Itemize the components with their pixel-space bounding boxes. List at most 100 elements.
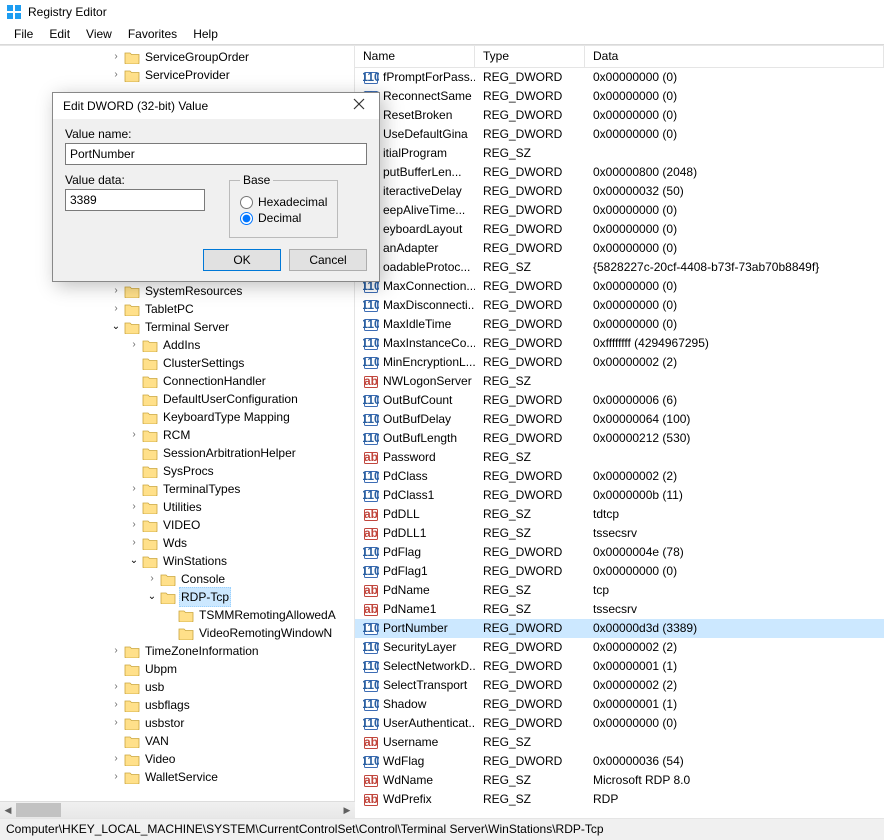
expander-icon[interactable]: › xyxy=(110,66,122,84)
expander-icon[interactable]: › xyxy=(128,498,140,516)
expander-icon[interactable]: › xyxy=(128,516,140,534)
registry-value-row[interactable]: eyboardLayoutREG_DWORD0x00000000 (0) xyxy=(355,220,884,239)
tree-node[interactable]: VAN xyxy=(2,732,354,750)
radio-hexadecimal[interactable]: Hexadecimal xyxy=(240,195,327,209)
registry-value-row[interactable]: PdNameREG_SZtcp xyxy=(355,581,884,600)
tree-horizontal-scrollbar[interactable]: ◀ ▶ xyxy=(0,801,355,818)
registry-value-row[interactable]: iteractiveDelayREG_DWORD0x00000032 (50) xyxy=(355,182,884,201)
expander-icon[interactable]: › xyxy=(128,336,140,354)
registry-value-row[interactable]: SecurityLayerREG_DWORD0x00000002 (2) xyxy=(355,638,884,657)
menu-view[interactable]: View xyxy=(78,25,120,43)
tree-node[interactable]: ClusterSettings xyxy=(2,354,354,372)
expander-icon[interactable]: › xyxy=(128,534,140,552)
tree-node[interactable]: ⌄Terminal Server xyxy=(2,318,354,336)
registry-value-row[interactable]: ShadowREG_DWORD0x00000001 (1) xyxy=(355,695,884,714)
value-data-input[interactable] xyxy=(65,189,205,211)
tree-node[interactable]: ›VIDEO xyxy=(2,516,354,534)
tree-node[interactable]: SysProcs xyxy=(2,462,354,480)
col-header-data[interactable]: Data xyxy=(585,46,884,67)
registry-value-row[interactable]: UsernameREG_SZ xyxy=(355,733,884,752)
registry-value-row[interactable]: ResetBrokenREG_DWORD0x00000000 (0) xyxy=(355,106,884,125)
tree-node[interactable]: ›AddIns xyxy=(2,336,354,354)
registry-value-row[interactable]: eepAliveTime...REG_DWORD0x00000000 (0) xyxy=(355,201,884,220)
expander-icon[interactable]: › xyxy=(146,570,158,588)
registry-value-row[interactable]: PdName1REG_SZtssecsrv xyxy=(355,600,884,619)
registry-value-row[interactable]: oadableProtoc...REG_SZ{5828227c-20cf-440… xyxy=(355,258,884,277)
expander-icon[interactable]: ⌄ xyxy=(128,552,140,570)
registry-value-row[interactable]: PdClassREG_DWORD0x00000002 (2) xyxy=(355,467,884,486)
col-header-name[interactable]: Name xyxy=(355,46,475,67)
tree-node[interactable]: ⌄RDP-Tcp xyxy=(2,588,354,606)
expander-icon[interactable]: › xyxy=(110,282,122,300)
registry-value-row[interactable]: MaxInstanceCo...REG_DWORD0xffffffff (429… xyxy=(355,334,884,353)
registry-value-row[interactable]: anAdapterREG_DWORD0x00000000 (0) xyxy=(355,239,884,258)
expander-icon[interactable]: › xyxy=(110,750,122,768)
expander-icon[interactable]: › xyxy=(110,714,122,732)
registry-value-row[interactable]: MinEncryptionL...REG_DWORD0x00000002 (2) xyxy=(355,353,884,372)
tree-node[interactable]: KeyboardType Mapping xyxy=(2,408,354,426)
expander-icon[interactable]: ⌄ xyxy=(146,588,158,606)
radio-hex-input[interactable] xyxy=(240,196,253,209)
tree-node[interactable]: ›usbflags xyxy=(2,696,354,714)
expander-icon[interactable]: › xyxy=(110,48,122,66)
expander-icon[interactable]: › xyxy=(128,426,140,444)
expander-icon[interactable]: › xyxy=(110,768,122,786)
registry-value-row[interactable]: PdClass1REG_DWORD0x0000000b (11) xyxy=(355,486,884,505)
registry-value-row[interactable]: PdDLLREG_SZtdtcp xyxy=(355,505,884,524)
registry-value-row[interactable]: SelectNetworkD...REG_DWORD0x00000001 (1) xyxy=(355,657,884,676)
registry-value-row[interactable]: PdFlag1REG_DWORD0x00000000 (0) xyxy=(355,562,884,581)
ok-button[interactable]: OK xyxy=(203,249,281,271)
cancel-button[interactable]: Cancel xyxy=(289,249,367,271)
registry-value-row[interactable]: SelectTransportREG_DWORD0x00000002 (2) xyxy=(355,676,884,695)
value-name-input[interactable] xyxy=(65,143,367,165)
tree-node[interactable]: VideoRemotingWindowN xyxy=(2,624,354,642)
registry-value-row[interactable]: PasswordREG_SZ xyxy=(355,448,884,467)
list-pane[interactable]: Name Type Data fPromptForPass...REG_DWOR… xyxy=(355,46,884,815)
close-icon[interactable] xyxy=(343,95,375,117)
registry-value-row[interactable]: putBufferLen...REG_DWORD0x00000800 (2048… xyxy=(355,163,884,182)
tree-node[interactable]: ›TerminalTypes xyxy=(2,480,354,498)
registry-value-row[interactable]: MaxIdleTimeREG_DWORD0x00000000 (0) xyxy=(355,315,884,334)
registry-value-row[interactable]: itialProgramREG_SZ xyxy=(355,144,884,163)
registry-value-row[interactable]: MaxDisconnecti...REG_DWORD0x00000000 (0) xyxy=(355,296,884,315)
registry-value-row[interactable]: PortNumberREG_DWORD0x00000d3d (3389) xyxy=(355,619,884,638)
expander-icon[interactable]: › xyxy=(110,678,122,696)
registry-value-row[interactable]: ReconnectSameREG_DWORD0x00000000 (0) xyxy=(355,87,884,106)
scroll-thumb[interactable] xyxy=(16,803,61,817)
tree-node[interactable]: Ubpm xyxy=(2,660,354,678)
tree-node[interactable]: TSMMRemotingAllowedA xyxy=(2,606,354,624)
tree-node[interactable]: ›RCM xyxy=(2,426,354,444)
radio-dec-input[interactable] xyxy=(240,212,253,225)
tree-node[interactable]: ›ServiceGroupOrder xyxy=(2,48,354,66)
registry-value-row[interactable]: WdPrefixREG_SZRDP xyxy=(355,790,884,809)
tree-node[interactable]: ›Console xyxy=(2,570,354,588)
tree-node[interactable]: ⌄WinStations xyxy=(2,552,354,570)
registry-value-row[interactable]: fPromptForPass...REG_DWORD0x00000000 (0) xyxy=(355,68,884,87)
menu-file[interactable]: File xyxy=(6,25,41,43)
registry-value-row[interactable]: OutBufDelayREG_DWORD0x00000064 (100) xyxy=(355,410,884,429)
menu-edit[interactable]: Edit xyxy=(41,25,78,43)
tree-node[interactable]: ›ServiceProvider xyxy=(2,66,354,84)
registry-value-row[interactable]: UseDefaultGinaREG_DWORD0x00000000 (0) xyxy=(355,125,884,144)
registry-value-row[interactable]: OutBufLengthREG_DWORD0x00000212 (530) xyxy=(355,429,884,448)
dialog-titlebar[interactable]: Edit DWORD (32-bit) Value xyxy=(53,93,379,119)
expander-icon[interactable]: › xyxy=(110,696,122,714)
tree-node[interactable]: ›SystemResources xyxy=(2,282,354,300)
menu-favorites[interactable]: Favorites xyxy=(120,25,185,43)
registry-value-row[interactable]: PdDLL1REG_SZtssecsrv xyxy=(355,524,884,543)
scroll-right-icon[interactable]: ▶ xyxy=(339,802,355,819)
registry-value-row[interactable]: MaxConnection...REG_DWORD0x00000000 (0) xyxy=(355,277,884,296)
col-header-type[interactable]: Type xyxy=(475,46,585,67)
registry-value-row[interactable]: UserAuthenticat...REG_DWORD0x00000000 (0… xyxy=(355,714,884,733)
tree-node[interactable]: ›TimeZoneInformation xyxy=(2,642,354,660)
registry-value-row[interactable]: WdFlagREG_DWORD0x00000036 (54) xyxy=(355,752,884,771)
tree-node[interactable]: ›WalletService xyxy=(2,768,354,786)
tree-node[interactable]: ›Video xyxy=(2,750,354,768)
tree-node[interactable]: ›usbstor xyxy=(2,714,354,732)
tree-node[interactable]: ›Utilities xyxy=(2,498,354,516)
radio-decimal[interactable]: Decimal xyxy=(240,211,327,225)
menu-help[interactable]: Help xyxy=(185,25,226,43)
tree-node[interactable]: DefaultUserConfiguration xyxy=(2,390,354,408)
expander-icon[interactable]: › xyxy=(110,300,122,318)
scroll-left-icon[interactable]: ◀ xyxy=(0,802,16,819)
